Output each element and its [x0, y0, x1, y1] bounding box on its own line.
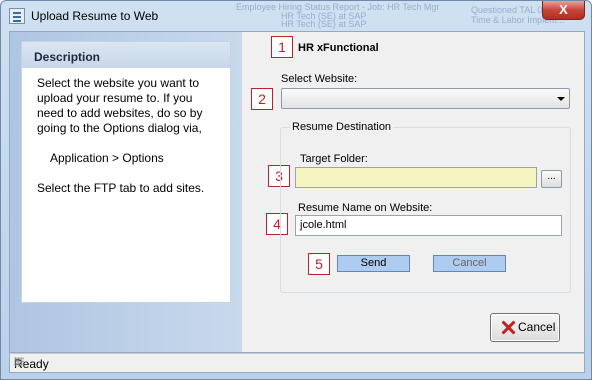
title-bar[interactable]: Upload Resume to Web Employee Hiring Sta… — [1, 1, 591, 31]
close-icon: X — [559, 2, 568, 17]
send-button[interactable]: Send — [337, 255, 410, 272]
description-text: Select the website you want to upload yo… — [37, 76, 203, 135]
browse-button[interactable]: ... — [541, 170, 562, 188]
select-website-combo[interactable] — [281, 88, 570, 109]
document-icon — [9, 8, 25, 24]
upload-resume-window: Upload Resume to Web Employee Hiring Sta… — [0, 0, 592, 380]
select-website-label: Select Website: — [281, 73, 358, 85]
chevron-down-icon — [557, 97, 565, 101]
callout-1: 1 — [271, 36, 293, 58]
cancel-upload-button[interactable]: Cancel — [433, 255, 506, 272]
window-title: Upload Resume to Web — [31, 9, 159, 23]
resize-grip-icon[interactable] — [14, 357, 24, 367]
description-panel: Description Select the website you want … — [21, 41, 231, 303]
resume-destination-label: Resume Destination — [290, 121, 394, 133]
status-bar: Ready — [9, 353, 585, 373]
cancel-button[interactable]: Cancel — [490, 313, 560, 342]
window-close-button[interactable]: X — [542, 1, 585, 20]
description-header: Description — [22, 42, 230, 68]
description-menu-path: Application > Options — [50, 151, 164, 165]
callout-2: 2 — [251, 88, 273, 110]
resume-name-label: Resume Name on Website: — [298, 202, 433, 214]
cancel-button-label: Cancel — [518, 320, 556, 334]
description-text: Select the FTP tab to add sites. — [37, 181, 205, 195]
resume-title: HR xFunctional — [298, 42, 379, 54]
resume-name-input[interactable]: jcole.html — [295, 215, 562, 236]
left-pane: Description Select the website you want … — [10, 32, 242, 352]
target-folder-input[interactable] — [295, 167, 537, 188]
red-x-icon — [501, 320, 515, 334]
description-body: Select the website you want to upload yo… — [22, 68, 230, 196]
target-folder-label: Target Folder: — [300, 153, 368, 165]
background-window-text: HR Tech (SE) at SAP — [281, 19, 367, 29]
